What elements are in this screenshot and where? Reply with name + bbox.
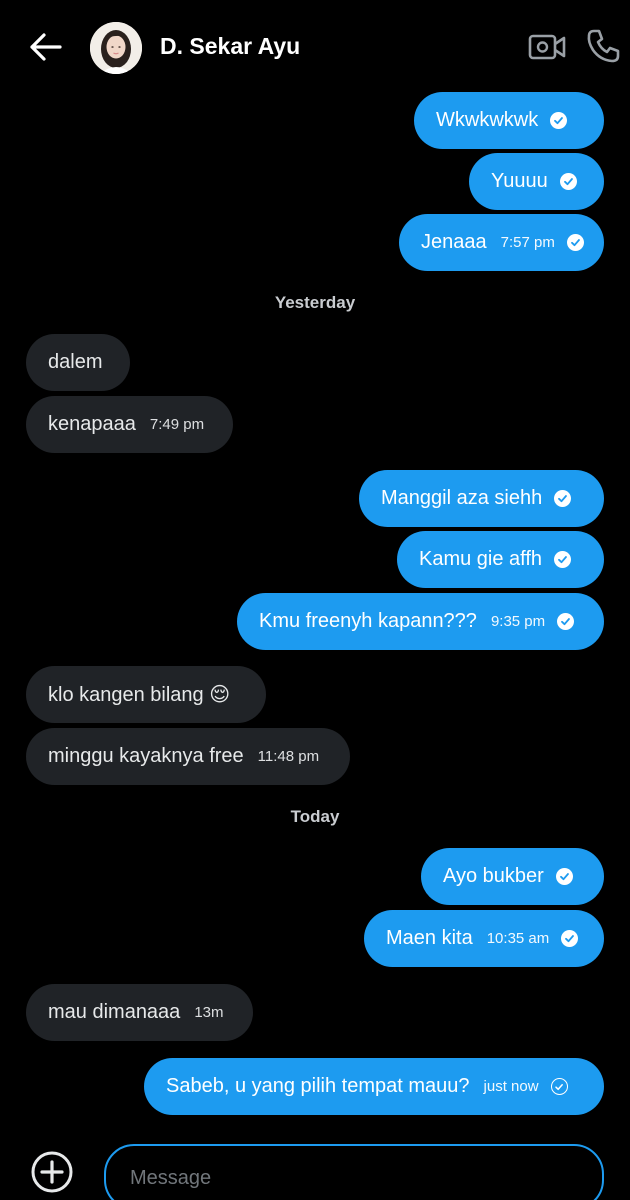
- read-check-icon: [550, 112, 568, 129]
- message-text: minggu kayaknya free: [48, 745, 244, 767]
- message-bubble-outgoing[interactable]: Yuuuu: [469, 153, 604, 210]
- read-check-icon: [557, 613, 575, 630]
- back-button[interactable]: [24, 28, 66, 66]
- message-text: Kmu freenyh kapann???: [259, 610, 477, 632]
- avatar[interactable]: [90, 22, 142, 74]
- message-bubble-incoming[interactable]: minggu kayaknya free 11:48 pm: [26, 728, 350, 785]
- message-text: Sabeb, u yang pilih tempat mauu?: [166, 1075, 470, 1097]
- message-text: Jenaaa: [421, 231, 487, 253]
- message-text: Yuuuu: [491, 170, 548, 192]
- message-bubble-outgoing[interactable]: Manggil aza siehh: [359, 470, 604, 527]
- message-time: 13m: [194, 1004, 224, 1021]
- message-time: just now: [483, 1078, 539, 1095]
- add-attachment-button[interactable]: [30, 1150, 74, 1194]
- message-text: klo kangen bilang 😌: [48, 684, 231, 706]
- message-bubble-incoming[interactable]: dalem: [26, 334, 130, 391]
- message-bubble-outgoing[interactable]: Kmu freenyh kapann??? 9:35 pm: [237, 593, 604, 650]
- message-text: Maen kita: [386, 927, 473, 949]
- message-bubble-outgoing[interactable]: Sabeb, u yang pilih tempat mauu? just no…: [144, 1058, 604, 1115]
- chat-screen: D. Sekar Ayu Wkwkwkwk Yuuuu Jenaaa 7:57 …: [0, 0, 630, 1200]
- message-text: mau dimanaaa: [48, 1001, 181, 1023]
- message-time: 11:48 pm: [257, 748, 320, 765]
- message-time: 7:49 pm: [149, 416, 205, 433]
- message-bubble-outgoing[interactable]: Maen kita 10:35 am: [364, 910, 604, 967]
- message-text: kenapaaa: [48, 413, 136, 435]
- sent-check-icon: [550, 1078, 568, 1095]
- message-bubble-outgoing[interactable]: Jenaaa 7:57 pm: [399, 214, 604, 271]
- message-input[interactable]: [128, 1160, 572, 1196]
- read-check-icon: [566, 234, 584, 251]
- date-separator: Today: [290, 807, 340, 826]
- video-call-button[interactable]: [528, 30, 566, 64]
- message-bubble-outgoing[interactable]: Wkwkwkwk: [414, 92, 604, 149]
- message-time: 7:57 pm: [500, 234, 555, 251]
- video-camera-icon: [528, 34, 566, 60]
- read-check-icon: [559, 173, 577, 190]
- message-time: 9:35 pm: [490, 613, 546, 630]
- message-text: dalem: [48, 351, 103, 373]
- message-text: Kamu gie affh: [419, 548, 543, 570]
- read-check-icon: [554, 490, 572, 507]
- message-composer[interactable]: [104, 1144, 604, 1200]
- chat-header: D. Sekar Ayu: [0, 0, 630, 95]
- message-bubble-incoming[interactable]: kenapaaa 7:49 pm: [26, 396, 233, 453]
- read-check-icon: [554, 551, 572, 568]
- read-check-icon: [561, 930, 579, 947]
- date-separator: Yesterday: [274, 293, 356, 312]
- message-bubble-outgoing[interactable]: Kamu gie affh: [397, 531, 604, 588]
- avatar-image: [90, 22, 142, 74]
- message-bubble-outgoing[interactable]: Ayo bukber: [421, 848, 604, 905]
- phone-icon: [587, 29, 620, 63]
- message-bubble-incoming[interactable]: mau dimanaaa 13m: [26, 984, 253, 1041]
- message-text: Wkwkwkwk: [436, 109, 539, 131]
- contact-name[interactable]: D. Sekar Ayu: [160, 33, 300, 60]
- read-check-icon: [555, 868, 573, 885]
- arrow-left-icon: [30, 33, 62, 61]
- message-text: Ayo bukber: [443, 865, 544, 887]
- message-text: Manggil aza siehh: [381, 487, 543, 509]
- message-bubble-incoming[interactable]: klo kangen bilang 😌: [26, 666, 266, 723]
- message-time: 10:35 am: [486, 930, 550, 947]
- voice-call-button[interactable]: [585, 28, 621, 64]
- plus-circle-icon: [31, 1151, 73, 1193]
